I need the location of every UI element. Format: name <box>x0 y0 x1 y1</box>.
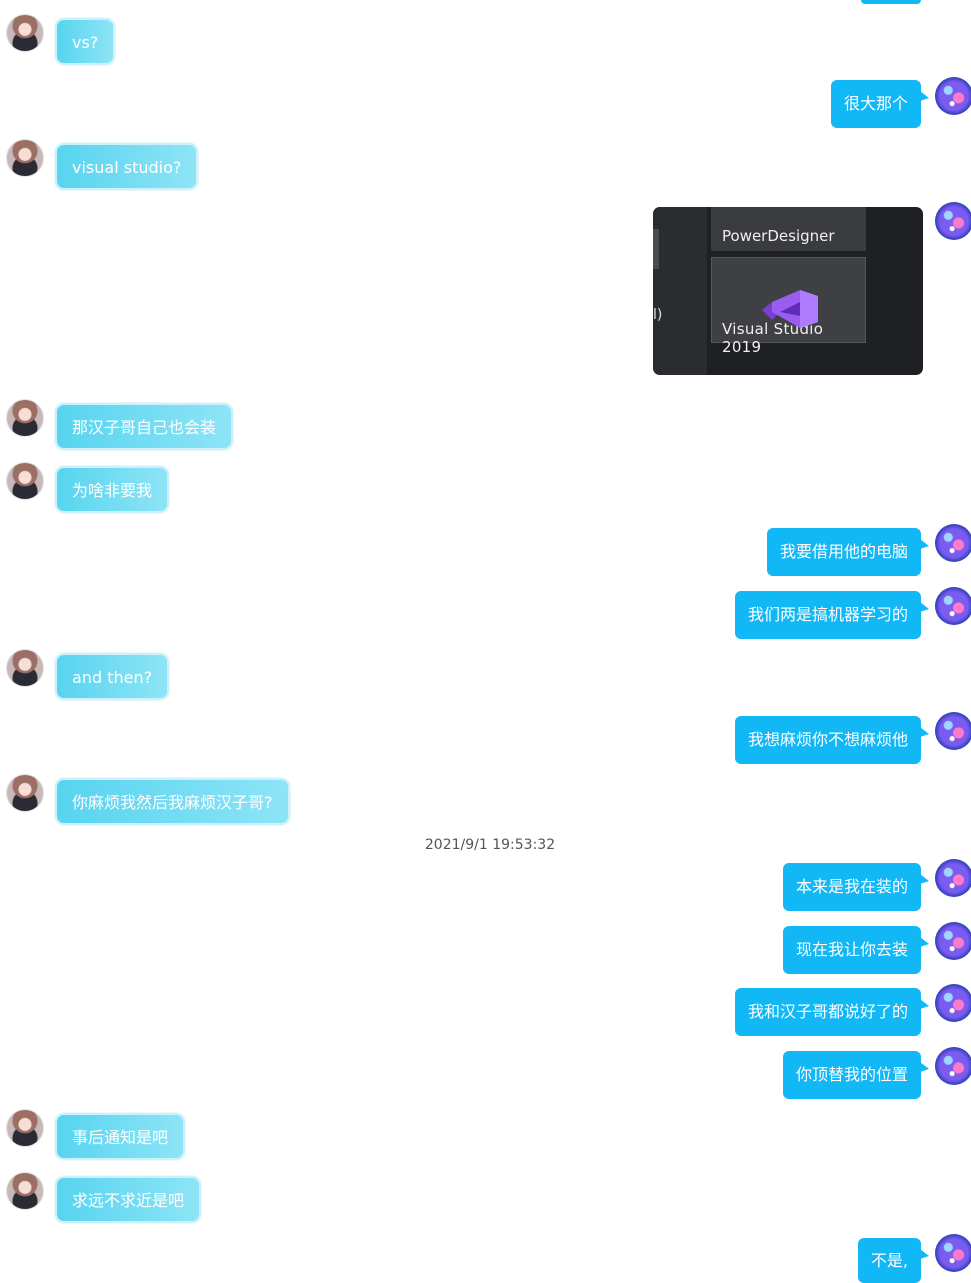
self-avatar[interactable] <box>935 524 971 562</box>
screenshot-text-fragment: l) <box>653 307 663 323</box>
screenshot-side-panel: l) <box>653 207 707 375</box>
contact-avatar[interactable] <box>6 649 44 687</box>
self-avatar[interactable] <box>935 712 971 750</box>
screenshot-panel-bar <box>653 229 659 269</box>
message-bubble-sent[interactable]: 本来是我在装的 <box>782 863 930 911</box>
message-bubble-received[interactable]: 那汉子哥自己也会装 <box>55 403 234 450</box>
message-timestamp: 2021/9/1 19:53:32 <box>424 837 556 853</box>
powerdesigner-label: PowerDesigner <box>722 227 835 245</box>
contact-avatar[interactable] <box>6 1109 44 1147</box>
powerdesigner-tile: PowerDesigner <box>711 207 866 251</box>
self-avatar[interactable] <box>935 1047 971 1085</box>
message-bubble-received[interactable]: and then? <box>55 653 170 700</box>
previous-message-bubble-edge <box>861 0 921 4</box>
contact-avatar[interactable] <box>6 139 44 177</box>
contact-avatar[interactable] <box>6 1172 44 1210</box>
message-bubble-received[interactable]: 事后通知是吧 <box>55 1113 186 1160</box>
contact-avatar[interactable] <box>6 14 44 52</box>
visual-studio-icon <box>762 290 818 328</box>
contact-avatar[interactable] <box>6 462 44 500</box>
message-bubble-sent[interactable]: 我想麻烦你不想麻烦他 <box>734 716 930 764</box>
self-avatar[interactable] <box>935 202 971 240</box>
self-avatar[interactable] <box>935 922 971 960</box>
message-bubble-sent[interactable]: 我们两是搞机器学习的 <box>734 591 930 639</box>
contact-avatar[interactable] <box>6 399 44 437</box>
message-bubble-sent[interactable]: 不是, <box>857 1238 930 1283</box>
self-avatar[interactable] <box>935 1234 971 1272</box>
message-bubble-received[interactable]: 为啥非要我 <box>55 466 170 513</box>
message-bubble-sent[interactable]: 我和汉子哥都说好了的 <box>734 988 930 1036</box>
visual-studio-tile: Visual Studio 2019 <box>711 257 866 356</box>
message-bubble-sent[interactable]: 我要借用他的电脑 <box>766 528 930 576</box>
self-avatar[interactable] <box>935 77 971 115</box>
self-avatar[interactable] <box>935 859 971 897</box>
self-avatar[interactable] <box>935 587 971 625</box>
image-message[interactable]: l) PowerDesigner Visual Studio 2019 <box>653 207 923 375</box>
message-bubble-received[interactable]: 你麻烦我然后我麻烦汉子哥? <box>55 778 290 825</box>
contact-avatar[interactable] <box>6 774 44 812</box>
message-bubble-received[interactable]: visual studio? <box>55 143 199 190</box>
message-bubble-sent[interactable]: 你顶替我的位置 <box>782 1051 930 1099</box>
message-bubble-received[interactable]: 求远不求近是吧 <box>55 1176 202 1223</box>
message-bubble-sent[interactable]: 很大那个 <box>830 80 930 128</box>
message-bubble-sent[interactable]: 现在我让你去装 <box>782 926 930 974</box>
message-bubble-received[interactable]: vs? <box>55 18 116 65</box>
self-avatar[interactable] <box>935 984 971 1022</box>
